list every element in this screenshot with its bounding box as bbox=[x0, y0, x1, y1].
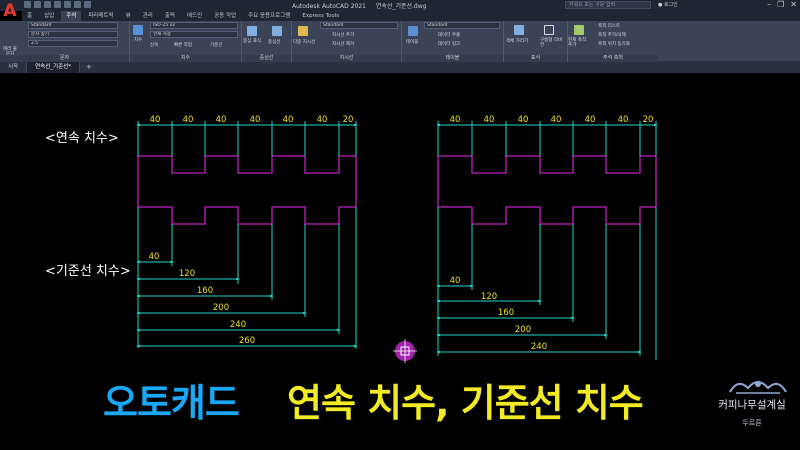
dim-text: 40 bbox=[250, 115, 261, 125]
right-baseline-dims bbox=[436, 207, 657, 360]
dim-text: 40 bbox=[585, 115, 596, 125]
dim-text: 200 bbox=[515, 325, 531, 335]
left-continuous-dims bbox=[136, 121, 358, 156]
dim-text: 260 bbox=[239, 336, 255, 346]
dim-text: 40 bbox=[450, 276, 461, 286]
dim-text: 40 bbox=[183, 115, 194, 125]
right-continuous-labels: 40 40 40 40 40 40 20 bbox=[450, 115, 654, 125]
left-continuous-labels: 40 40 40 40 40 40 20 bbox=[150, 115, 354, 125]
right-continuous-dims bbox=[436, 121, 658, 156]
label-baseline-dims: <기준선 치수> bbox=[45, 264, 131, 279]
dim-text: 40 bbox=[450, 115, 461, 125]
right-baseline-labels: 40 120 160 200 240 bbox=[450, 276, 548, 352]
dim-text: 40 bbox=[216, 115, 227, 125]
dim-text: 20 bbox=[643, 115, 654, 125]
dim-text: 120 bbox=[481, 292, 497, 302]
dim-text: 240 bbox=[531, 342, 547, 352]
dim-text: 40 bbox=[317, 115, 328, 125]
dim-text: 40 bbox=[150, 115, 161, 125]
label-continuous-dims: <연속 치수> bbox=[45, 131, 119, 146]
dim-text: 40 bbox=[618, 115, 629, 125]
dim-text: 120 bbox=[179, 269, 195, 279]
dim-text: 40 bbox=[283, 115, 294, 125]
dim-text: 40 bbox=[551, 115, 562, 125]
left-baseline-dims bbox=[136, 207, 358, 349]
dim-text: 160 bbox=[197, 286, 213, 296]
left-baseline-labels: 40 120 160 200 240 260 bbox=[149, 252, 256, 346]
caption-title-main: 오토캐드 bbox=[103, 381, 240, 425]
caption-title-sub: 연속 치수, 기준선 치수 bbox=[287, 381, 644, 425]
dim-text: 40 bbox=[149, 252, 160, 262]
dim-text: 40 bbox=[518, 115, 529, 125]
dim-text: 160 bbox=[498, 308, 514, 318]
dim-text: 240 bbox=[230, 320, 246, 330]
left-shape bbox=[137, 155, 357, 225]
crosshair-cursor-icon bbox=[393, 339, 417, 363]
dim-text: 200 bbox=[213, 303, 229, 313]
dim-text: 40 bbox=[484, 115, 495, 125]
right-shape bbox=[437, 155, 657, 225]
channel-name: 커피나무설계실 bbox=[718, 399, 786, 411]
channel-subname: 두르른 bbox=[742, 419, 762, 427]
dim-text: 20 bbox=[343, 115, 354, 125]
